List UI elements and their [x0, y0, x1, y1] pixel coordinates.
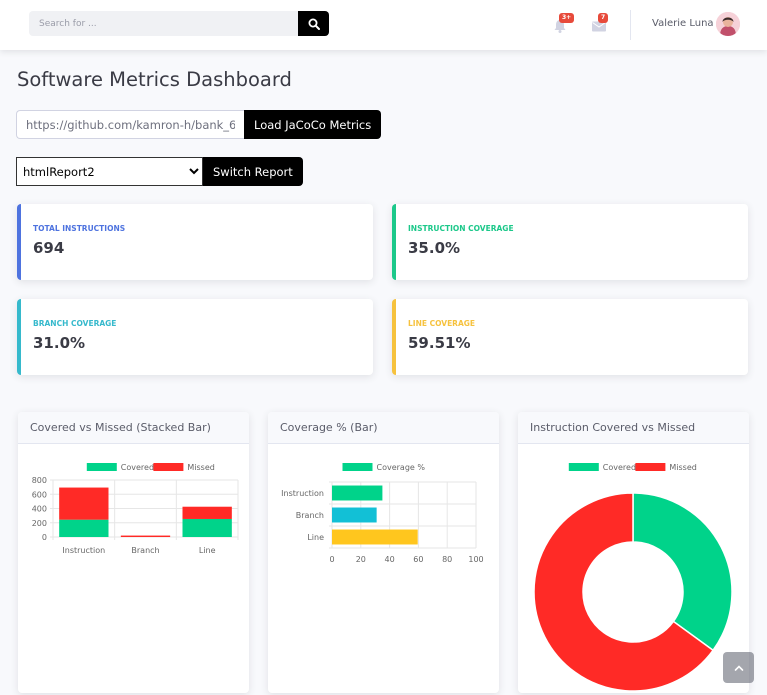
stat-card-instruction-coverage: Instruction Coverage 35.0%: [392, 204, 748, 280]
legend-swatch: [568, 463, 599, 471]
y-tick-label: 400: [32, 505, 47, 514]
stat-value: 31.0%: [33, 334, 86, 352]
legend-swatch: [86, 463, 117, 471]
bar-segment: [182, 506, 232, 519]
y-tick-label: Branch: [296, 511, 324, 520]
y-tick-label: 200: [32, 519, 47, 528]
stat-card-total-instructions: Total Instructions 694: [17, 204, 373, 280]
chart-title: Instruction Covered vs Missed: [518, 412, 749, 444]
bar-segment: [59, 519, 109, 537]
bar: [332, 529, 418, 545]
stat-label: Total Instructions: [33, 224, 126, 233]
x-tick-label: Instruction: [62, 546, 105, 555]
legend-swatch: [153, 463, 184, 471]
load-metrics-button[interactable]: Load JaCoCo Metrics: [244, 110, 382, 139]
legend-swatch: [342, 463, 373, 471]
stat-value: 35.0%: [408, 239, 461, 257]
stat-card-branch-coverage: Branch Coverage 31.0%: [17, 299, 373, 375]
chart-title: Coverage % (Bar): [268, 412, 499, 444]
repo-url-input[interactable]: [16, 110, 244, 139]
bar: [332, 507, 377, 523]
stat-value: 59.51%: [408, 334, 471, 352]
avatar[interactable]: [716, 12, 740, 36]
y-tick-label: 600: [32, 490, 47, 499]
stat-label: Line Coverage: [408, 319, 476, 328]
y-tick-label: 0: [42, 533, 47, 542]
x-tick-label: 80: [442, 555, 452, 564]
y-tick-label: Instruction: [281, 489, 324, 498]
stacked-bar-chart: Covered Missed 0 200 400 600 800 Instruction Bra…: [32, 463, 239, 555]
legend-swatch: [635, 463, 666, 471]
x-tick-label: 100: [468, 555, 483, 564]
legend-label: Missed: [187, 463, 214, 472]
bar-segment: [59, 487, 109, 520]
stat-label: Branch Coverage: [33, 319, 117, 328]
search-input[interactable]: [29, 11, 298, 36]
chart-card-coverage-bar: Coverage % (Bar) Coverage % 0 20 40 60 80 100 I…: [268, 412, 499, 693]
user-name[interactable]: Valerie Luna: [652, 18, 714, 29]
legend-label: Covered: [121, 463, 154, 472]
coverage-bar-chart: Coverage % 0 20 40 60 80 100 Instruction Branch L…: [281, 463, 484, 564]
instruction-donut-chart: Covered Missed: [533, 463, 733, 692]
search-icon: [308, 18, 320, 30]
report-select[interactable]: htmlReport2: [16, 157, 203, 186]
y-tick-label: Line: [307, 533, 324, 542]
stat-value: 694: [33, 239, 65, 257]
search-bar: [29, 11, 329, 36]
alerts-button[interactable]: 3+: [552, 13, 575, 35]
switch-report-button[interactable]: Switch Report: [203, 157, 303, 186]
donut-slice: [632, 492, 733, 652]
legend-label: Coverage %: [377, 463, 426, 472]
chart-title: Covered vs Missed (Stacked Bar): [18, 412, 249, 444]
topbar: 3+ 7 Valerie Luna: [0, 0, 767, 50]
legend-label: Missed: [669, 463, 696, 472]
bar: [332, 485, 383, 501]
messages-button[interactable]: 7: [591, 13, 613, 35]
load-metrics-form: Load JaCoCo Metrics: [16, 110, 382, 139]
stat-card-line-coverage: Line Coverage 59.51%: [392, 299, 748, 375]
scroll-to-top-button[interactable]: [723, 652, 754, 683]
stat-label: Instruction Coverage: [408, 224, 514, 233]
page-title: Software Metrics Dashboard: [17, 68, 292, 91]
profile-picture: [716, 12, 740, 36]
messages-badge: 7: [598, 13, 609, 23]
search-button[interactable]: [298, 11, 329, 36]
x-tick-label: 0: [329, 555, 334, 564]
chart-card-stacked-bar: Covered vs Missed (Stacked Bar) Covered M…: [18, 412, 249, 693]
chevron-up-icon: [734, 664, 743, 671]
switch-report-form: htmlReport2 Switch Report: [16, 157, 303, 186]
x-tick-label: 60: [413, 555, 423, 564]
x-tick-label: Branch: [131, 546, 159, 555]
x-tick-label: 40: [385, 555, 395, 564]
topbar-divider: [630, 10, 631, 40]
y-tick-label: 800: [32, 476, 47, 485]
bar-segment: [182, 518, 232, 537]
chart-card-instruction-donut: Instruction Covered vs Missed Covered Mis…: [518, 412, 749, 693]
legend-label: Covered: [603, 463, 636, 472]
x-tick-label: 20: [356, 555, 366, 564]
bar-segment: [120, 535, 171, 537]
x-tick-label: Line: [199, 546, 216, 555]
alerts-badge: 3+: [559, 13, 575, 23]
